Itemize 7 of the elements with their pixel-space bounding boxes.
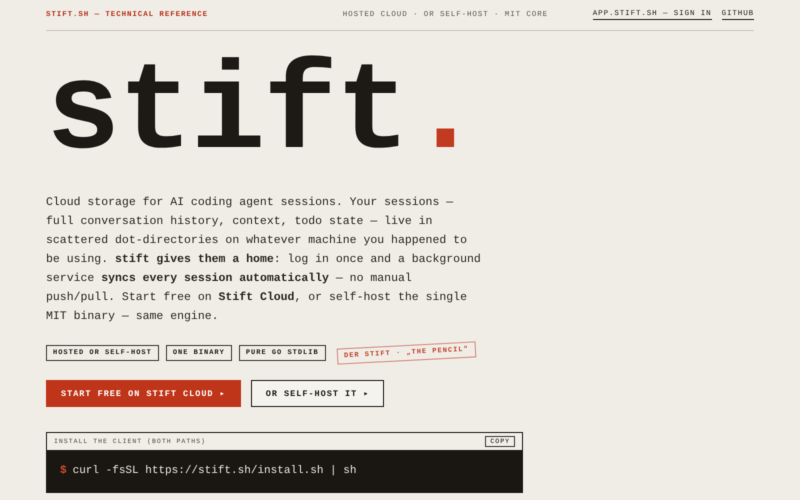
start-cloud-button[interactable]: START FREE ON STIFT CLOUD ▸ xyxy=(46,380,241,407)
self-host-button[interactable]: OR SELF-HOST IT ▸ xyxy=(250,380,384,407)
logo-dot: . xyxy=(408,45,480,185)
intro-paragraph: Cloud storage for AI coding agent sessions. Your sessions — full conversation history, context, todo state — live in scattered dot-directories on whatever machine you happened to be using. stift gives them a home: log in once and a background service syncs every session automatically — no manual push/pull. Start free on Stift Cloud, or self-host the single MIT binary — same engine. xyxy=(46,195,482,325)
logo-wordmark: stift xyxy=(46,45,408,185)
install-command: curl -fsSL https://stift.sh/install.sh | sh xyxy=(72,465,356,477)
prompt-symbol: $ xyxy=(60,465,67,477)
